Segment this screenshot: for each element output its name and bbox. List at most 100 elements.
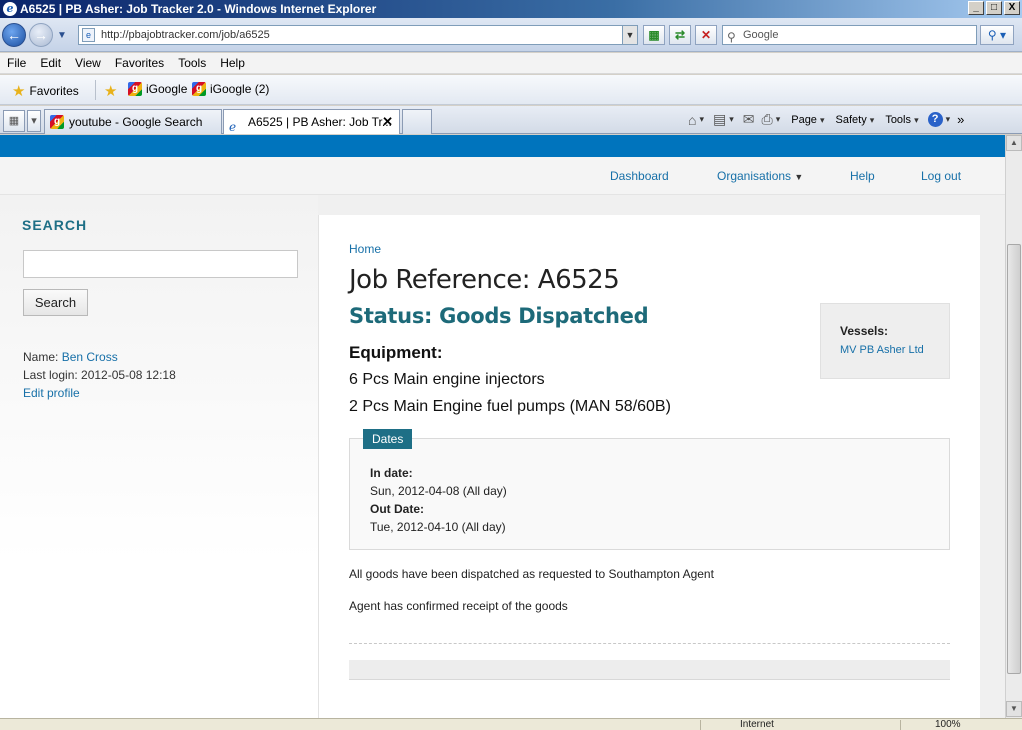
tab-job-tracker[interactable]: e A6525 | PB Asher: Job Tr... ✕: [223, 109, 400, 134]
breadcrumb-home[interactable]: Home: [349, 242, 381, 256]
scroll-thumb[interactable]: [1007, 244, 1021, 674]
tab-youtube-google-search[interactable]: g youtube - Google Search: [44, 109, 222, 134]
sidebar-search-input[interactable]: [23, 250, 298, 278]
nav-dashboard[interactable]: Dashboard: [610, 169, 669, 183]
add-to-favorites-icon: ★: [104, 83, 118, 100]
window-title-bar: e A6525 | PB Asher: Job Tracker 2.0 - Wi…: [0, 0, 1022, 18]
sidebar-search-title: SEARCH: [22, 217, 88, 233]
menu-view[interactable]: View: [68, 56, 108, 70]
search-icon: ⚲: [727, 30, 736, 44]
nav-organisations[interactable]: Organisations ▼: [717, 169, 803, 183]
new-tab-button[interactable]: [402, 109, 432, 134]
vessel-link[interactable]: MV PB Asher Ltd: [840, 344, 949, 356]
tab-list-dropdown[interactable]: ▾: [27, 110, 41, 132]
command-bar: ⌂ ▾ ▤ ▾ ✉ ⎙ ▾ Page ▾ Safety ▾ Tools ▾ ? …: [688, 111, 964, 128]
mail-icon[interactable]: ✉: [743, 111, 755, 128]
search-go-button[interactable]: ⚲ ▾: [980, 25, 1014, 45]
favorites-separator: [95, 80, 96, 100]
home-dropdown-icon[interactable]: ▾: [699, 114, 704, 125]
tools-menu-dropdown-icon: ▾: [914, 114, 919, 125]
last-login: Last login: 2012-05-08 12:18: [23, 368, 176, 382]
tab-bar: ▦ ▾ g youtube - Google Search e A6525 | …: [0, 106, 1022, 134]
caret-down-icon: ▼: [794, 172, 804, 182]
favorite-link-igoogle-2[interactable]: g iGoogle (2): [192, 82, 269, 96]
dates-legend: Dates: [363, 429, 413, 449]
google-icon: g: [50, 115, 64, 129]
safety-menu-dropdown-icon: ▾: [869, 114, 875, 125]
favorites-button[interactable]: ★ Favorites: [12, 82, 79, 100]
favorite-label: iGoogle (2): [210, 82, 270, 96]
menu-file[interactable]: File: [0, 56, 33, 70]
edit-profile-link[interactable]: Edit profile: [23, 386, 80, 400]
star-icon: ★: [12, 83, 26, 100]
menu-help[interactable]: Help: [213, 56, 252, 70]
stop-icon[interactable]: ✕: [695, 25, 717, 45]
back-button[interactable]: ←: [2, 23, 26, 47]
safety-menu-label: Safety: [835, 113, 867, 126]
address-bar[interactable]: e http://pbajobtracker.com/job/a6525 ▼: [78, 25, 638, 45]
favorite-label: iGoogle: [146, 82, 188, 96]
sidebar-search-button[interactable]: Search: [23, 289, 88, 316]
job-status: Status: Goods Dispatched: [349, 304, 649, 328]
help-dropdown-icon[interactable]: ▾: [946, 114, 951, 125]
equipment-label: Equipment:: [349, 343, 443, 362]
feeds-icon[interactable]: ▤: [713, 111, 726, 128]
user-name-link[interactable]: Ben Cross: [62, 350, 118, 364]
scroll-down-arrow[interactable]: ▼: [1006, 701, 1022, 717]
zoom-level[interactable]: 100%: [935, 719, 961, 730]
page-icon: e: [82, 28, 95, 42]
page-menu-dropdown-icon: ▾: [820, 114, 825, 125]
site-navigation: Dashboard Organisations ▼ Help Log out: [0, 157, 1005, 195]
tools-menu-label: Tools: [885, 113, 911, 126]
page-menu[interactable]: Page ▾: [791, 114, 824, 126]
nav-organisations-label: Organisations: [717, 169, 792, 183]
menu-edit[interactable]: Edit: [33, 56, 68, 70]
favorite-link-igoogle[interactable]: g iGoogle: [128, 82, 187, 96]
favorites-bar: ★ Favorites ★ g iGoogle g iGoogle (2): [0, 75, 1022, 105]
search-placeholder: Google: [743, 29, 779, 41]
feeds-dropdown-icon[interactable]: ▾: [729, 114, 734, 125]
home-icon[interactable]: ⌂: [688, 112, 696, 128]
forward-button[interactable]: →: [29, 23, 53, 47]
name-label: Name:: [23, 350, 59, 364]
address-toolbar: ← → ▼ e http://pbajobtracker.com/job/a65…: [0, 18, 1022, 52]
nav-logout[interactable]: Log out: [921, 169, 961, 183]
print-icon[interactable]: ⎙: [762, 111, 773, 128]
google-icon: g: [128, 82, 142, 96]
search-input[interactable]: ⚲ Google: [722, 25, 977, 45]
in-date-value: Sun, 2012-04-08 (All day): [370, 484, 507, 498]
equipment-item: 2 Pcs Main Engine fuel pumps (MAN 58/60B…: [349, 398, 671, 415]
out-date-value: Tue, 2012-04-10 (All day): [370, 520, 506, 534]
tools-menu[interactable]: Tools ▾: [885, 114, 918, 126]
page-title: Job Reference: A6525: [349, 265, 620, 295]
address-dropdown[interactable]: ▼: [622, 26, 637, 44]
nav-help[interactable]: Help: [850, 169, 875, 183]
maximize-button[interactable]: □: [986, 1, 1002, 15]
url-text: http://pbajobtracker.com/job/a6525: [101, 29, 270, 41]
ie-page-icon: e: [229, 120, 237, 134]
page-viewport: Dashboard Organisations ▼ Help Log out S…: [0, 135, 1005, 718]
quick-tabs-button[interactable]: ▦: [3, 110, 25, 132]
divider: [349, 643, 950, 644]
recent-pages-dropdown[interactable]: ▼: [57, 30, 67, 41]
refresh-icon[interactable]: ⇄: [669, 25, 691, 45]
window-title: A6525 | PB Asher: Job Tracker 2.0 - Wind…: [20, 2, 377, 16]
add-favorite-button[interactable]: ★: [104, 82, 117, 100]
close-window-button[interactable]: X: [1004, 1, 1020, 15]
out-date-label: Out Date:: [370, 502, 424, 516]
close-tab-icon[interactable]: ✕: [382, 110, 393, 134]
job-content: Home Job Reference: A6525 Status: Goods …: [318, 215, 980, 718]
scroll-up-arrow[interactable]: ▲: [1006, 135, 1022, 151]
vertical-scrollbar[interactable]: ▲ ▼: [1005, 135, 1022, 718]
minimize-button[interactable]: _: [968, 1, 984, 15]
in-date-label: In date:: [370, 466, 413, 480]
menu-favorites[interactable]: Favorites: [108, 56, 171, 70]
help-icon[interactable]: ?: [927, 112, 943, 127]
print-dropdown-icon[interactable]: ▾: [776, 114, 781, 125]
tab-label: A6525 | PB Asher: Job Tr...: [248, 115, 392, 129]
menu-bar: File Edit View Favorites Tools Help: [0, 53, 1022, 74]
safety-menu[interactable]: Safety ▾: [836, 114, 875, 126]
compatibility-view-icon[interactable]: ▦: [643, 25, 665, 45]
toolbar-overflow-icon[interactable]: »: [957, 112, 964, 127]
menu-tools[interactable]: Tools: [171, 56, 213, 70]
